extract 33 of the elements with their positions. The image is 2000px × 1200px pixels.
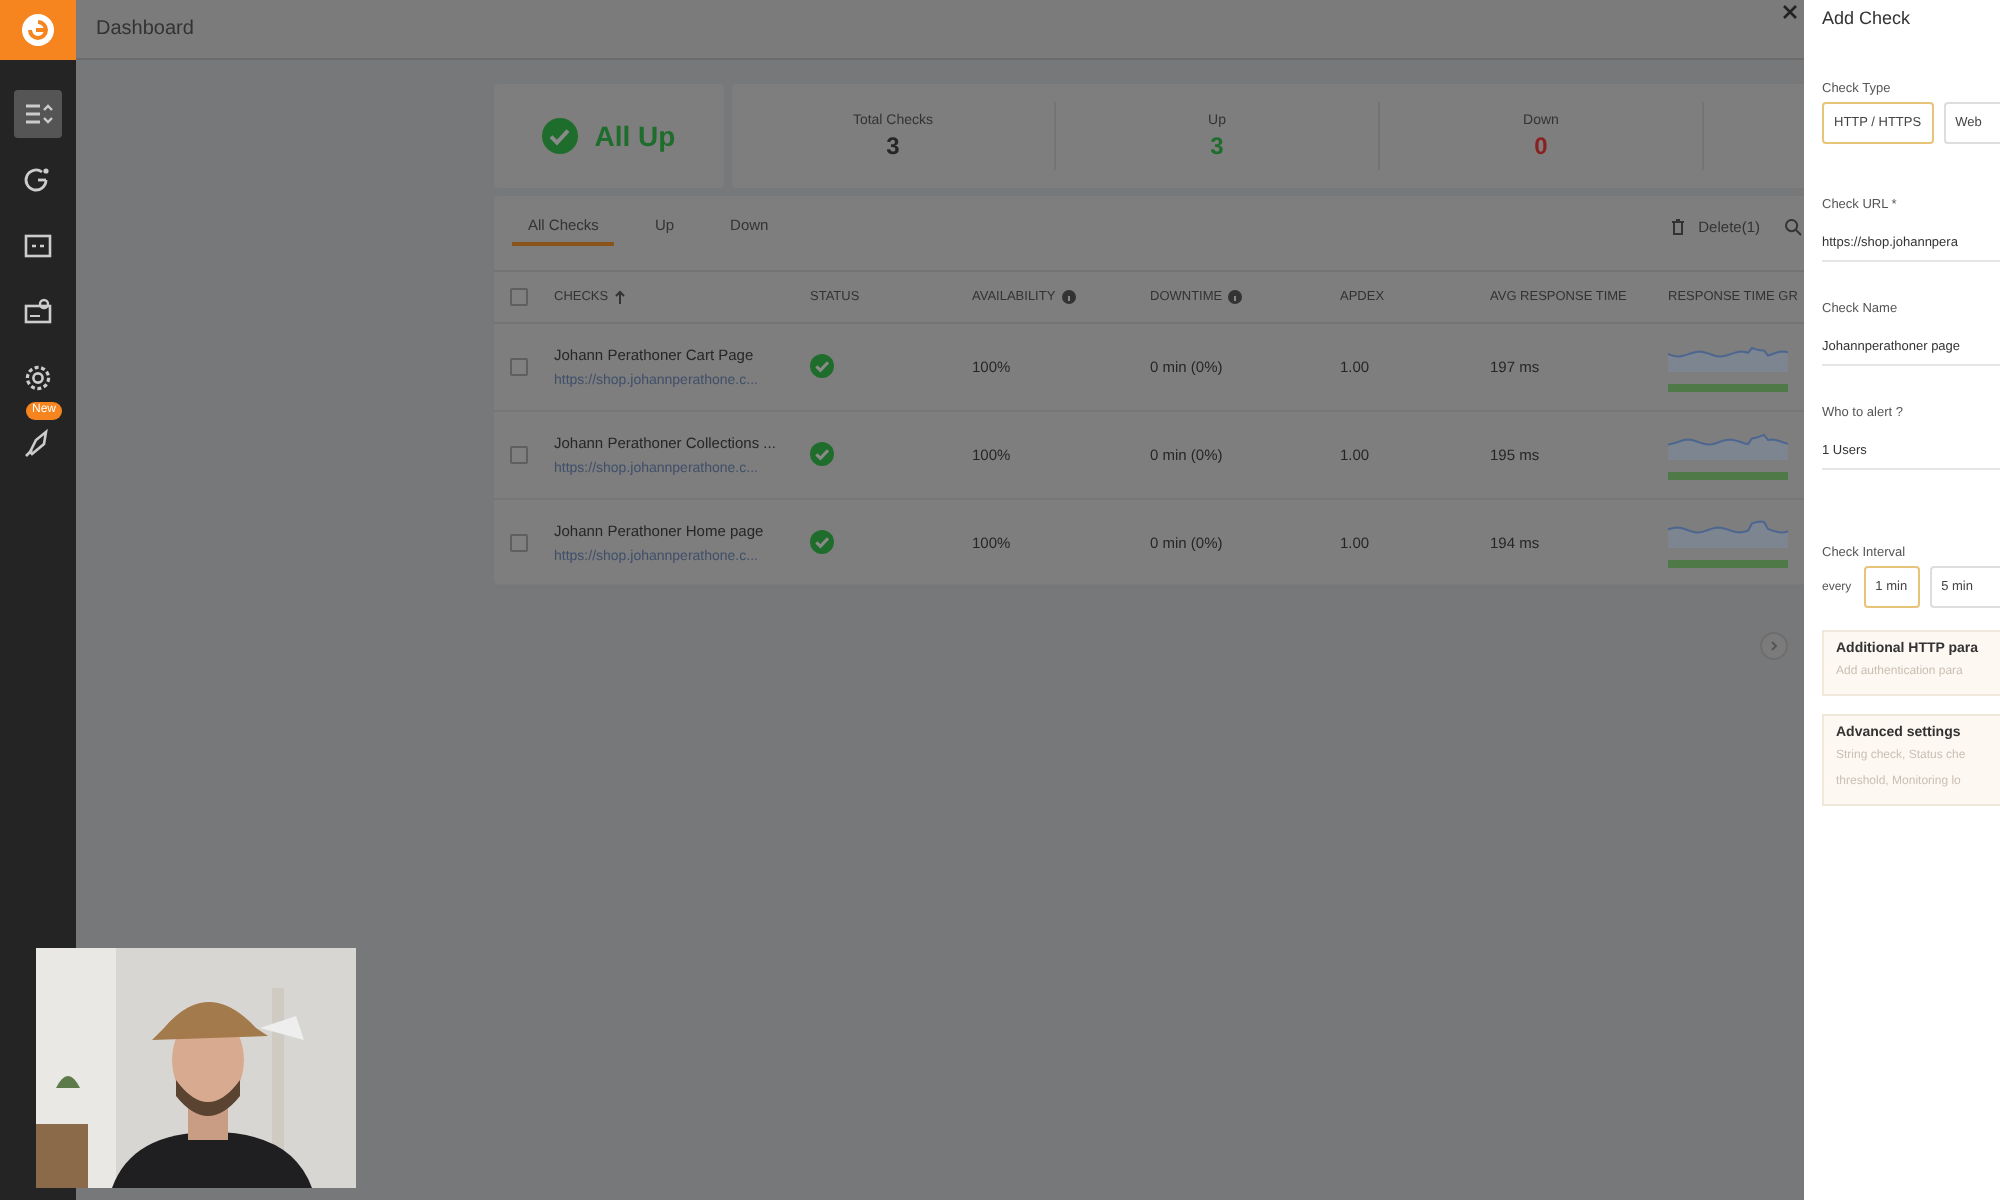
uptime-bar — [1668, 559, 1788, 567]
page-title: Dashboard — [96, 18, 194, 40]
uptime-bar — [1668, 383, 1788, 391]
refresh-icon — [22, 164, 54, 196]
row-checkbox[interactable] — [510, 358, 528, 376]
trash-icon — [1670, 217, 1687, 235]
row-checkbox[interactable] — [510, 534, 528, 552]
search-icon[interactable] — [1784, 217, 1802, 235]
nav-item[interactable] — [14, 90, 62, 138]
info-icon[interactable] — [1061, 290, 1076, 304]
status-check-icon — [810, 529, 834, 553]
monitor-icon — [22, 230, 54, 262]
status-label: All Up — [594, 120, 676, 152]
settings-icon — [22, 362, 54, 394]
response-sparkline — [1668, 431, 1788, 459]
uptime-bar — [1668, 471, 1788, 479]
response-sparkline — [1668, 343, 1788, 371]
row-checkbox[interactable] — [510, 446, 528, 464]
stat-value: 3 — [886, 131, 900, 159]
stat-value: 0 — [1534, 131, 1548, 159]
status-check-icon — [810, 353, 834, 377]
stat-value: 3 — [1210, 131, 1224, 159]
briefcase-icon — [22, 296, 54, 328]
panel-title: Add Check — [1822, 8, 1913, 28]
select-all-checkbox[interactable] — [510, 288, 528, 306]
sort-arrow-icon[interactable] — [614, 290, 627, 304]
chevron-icon — [1768, 640, 1780, 652]
check-circle-icon — [542, 118, 579, 154]
logo-icon — [20, 12, 56, 48]
info-icon[interactable] — [1228, 290, 1243, 304]
status-check-icon — [810, 441, 834, 465]
close-icon — [1782, 4, 1798, 20]
response-sparkline — [1668, 519, 1788, 547]
